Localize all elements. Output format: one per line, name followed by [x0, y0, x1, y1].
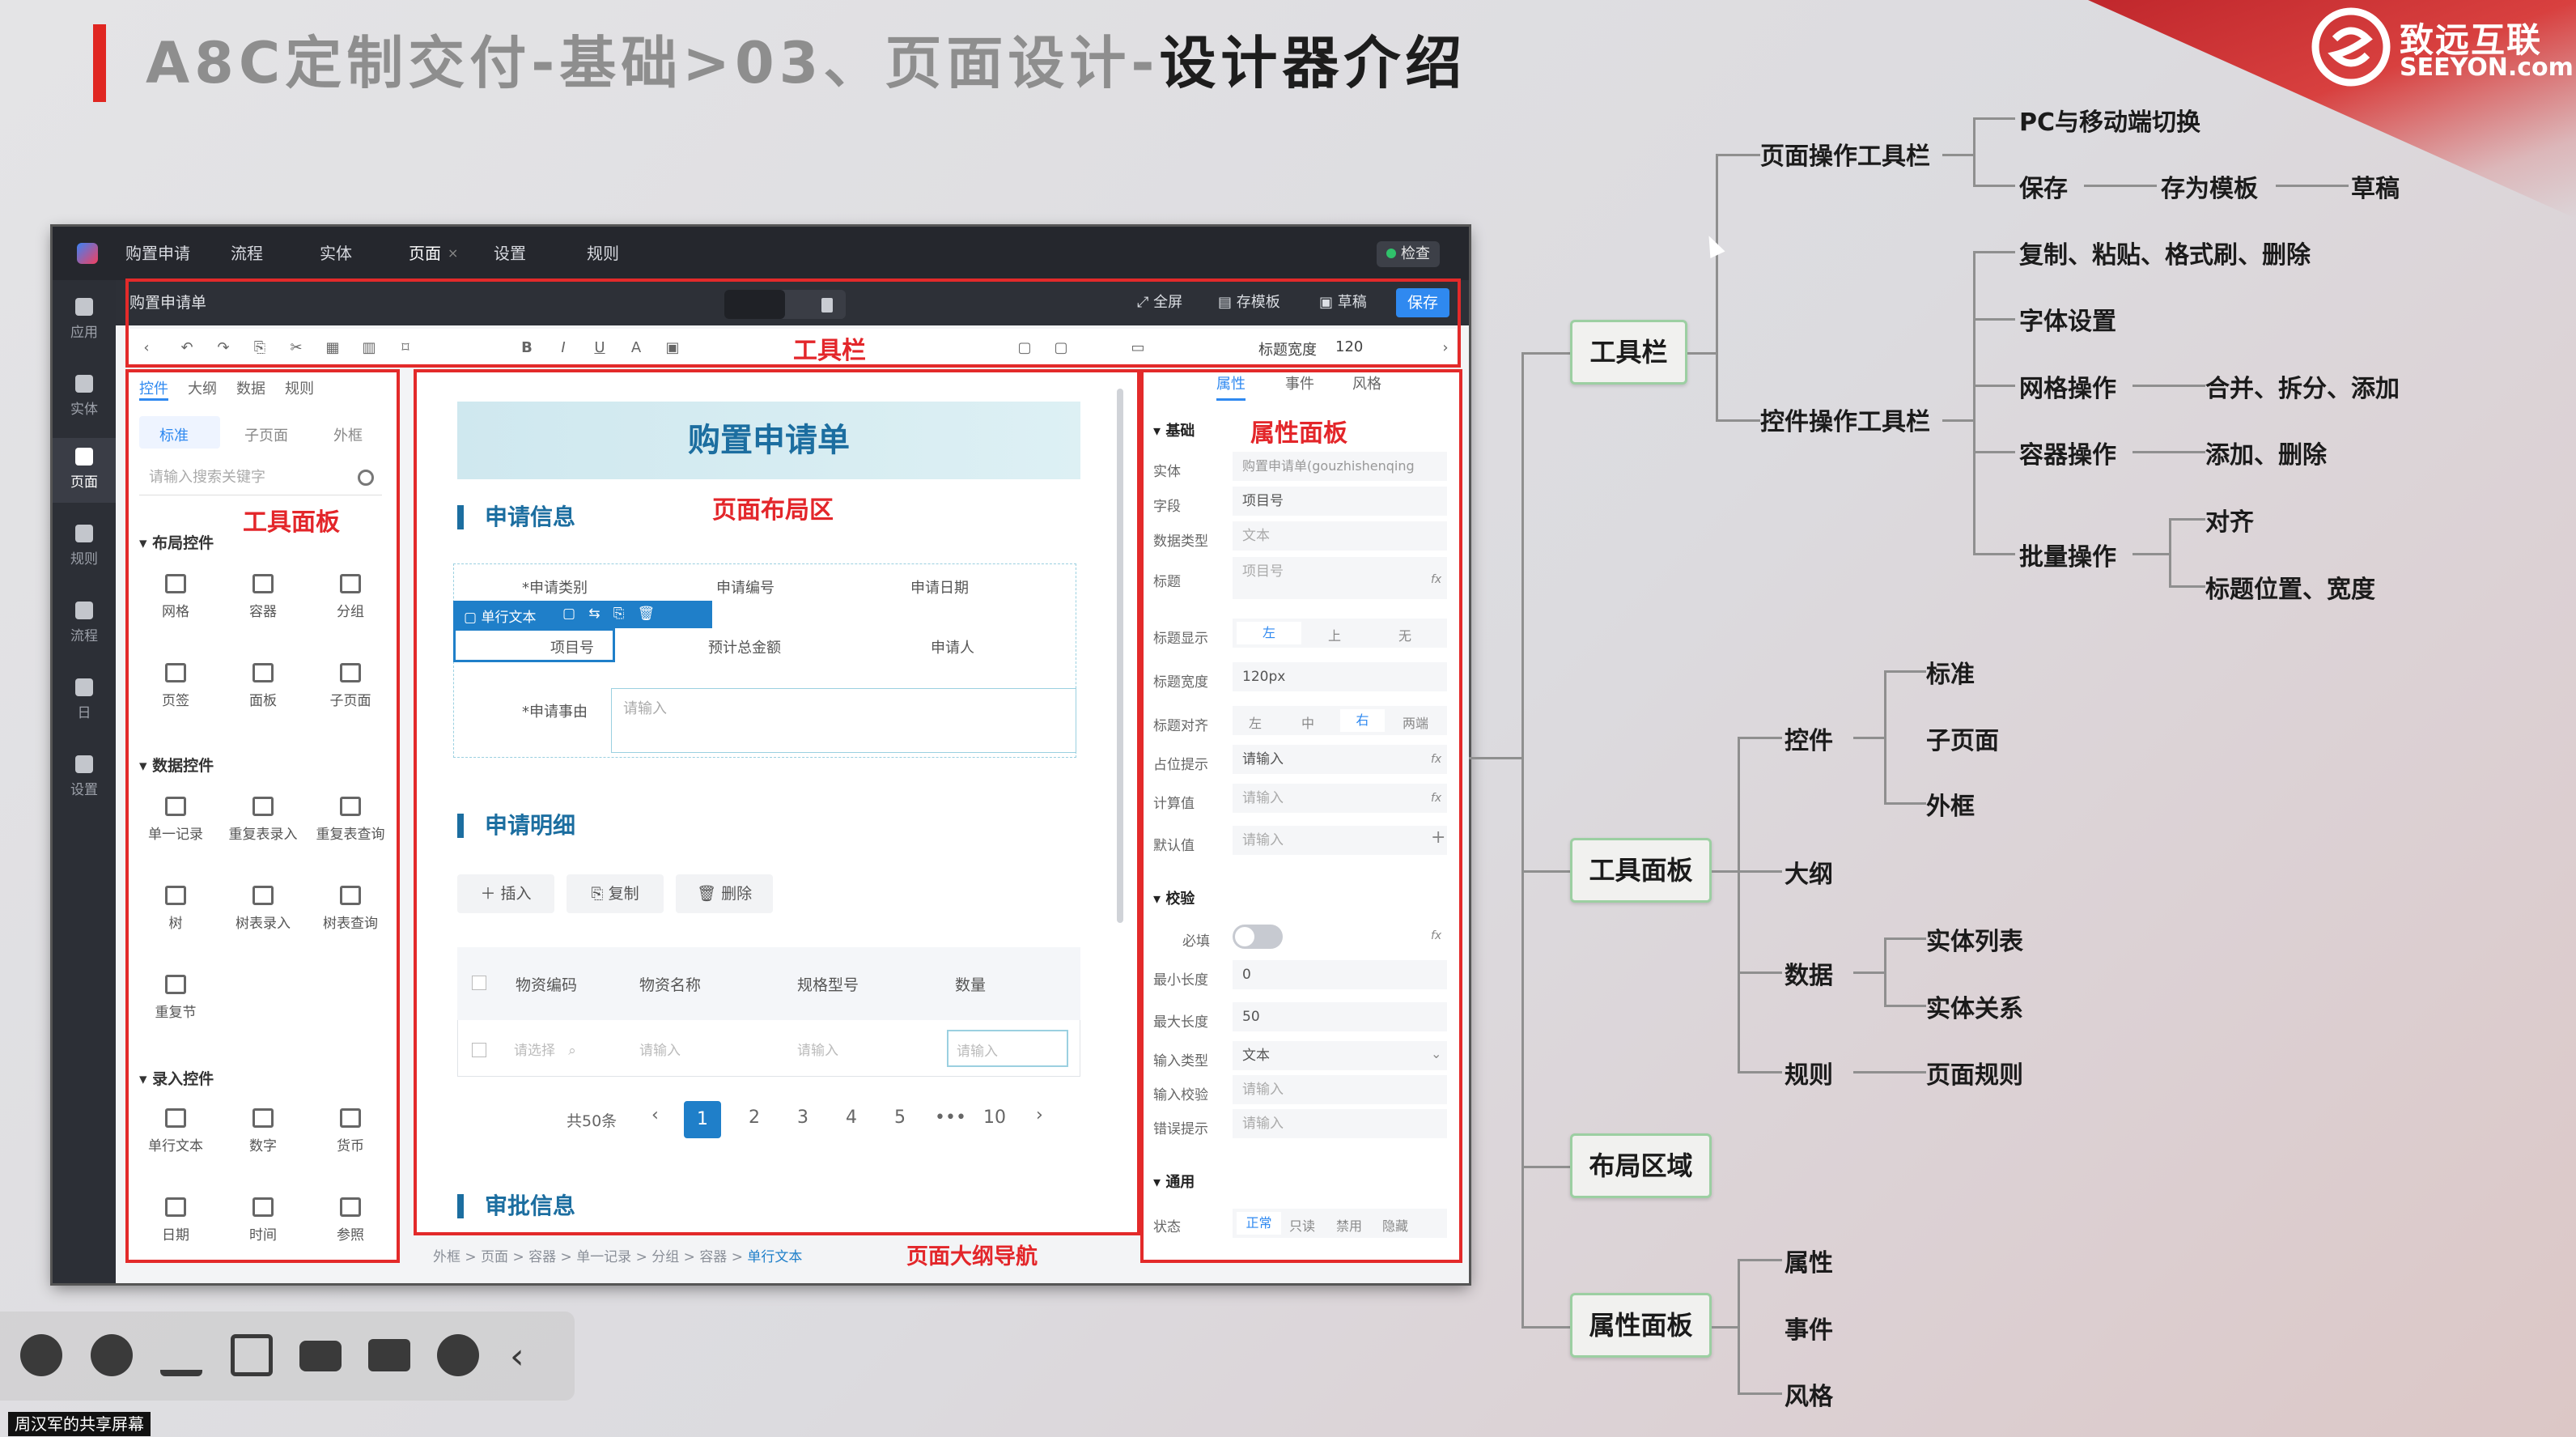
node-page-rules: 页面规则	[1926, 1061, 2023, 1090]
connector	[1716, 154, 1760, 156]
connector	[1738, 737, 1782, 739]
node-draft: 草稿	[2351, 175, 2400, 203]
connector	[1853, 1071, 1926, 1073]
connector	[1853, 971, 1884, 974]
node-grid-sub: 合并、拆分、添加	[2205, 375, 2400, 403]
chat-icon[interactable]	[368, 1339, 410, 1371]
connector	[2133, 385, 2205, 387]
connector	[1942, 154, 1973, 156]
connector	[1738, 1392, 1782, 1395]
node-rules: 规则	[1785, 1061, 1833, 1090]
node-save: 保存	[2019, 175, 2068, 203]
connector	[1973, 185, 2015, 187]
connector	[2169, 585, 2205, 588]
node-container-ops: 容器操作	[2019, 441, 2116, 470]
connector	[1521, 352, 1524, 1329]
connector	[1521, 1166, 1570, 1168]
connector	[1469, 757, 1521, 759]
connector	[1973, 318, 2015, 321]
node-title-pos: 标题位置、宽度	[2205, 576, 2375, 604]
node-style: 风格	[1785, 1383, 1833, 1411]
node-batch: 批量操作	[2019, 543, 2116, 572]
node-copy-paste: 复制、粘贴、格式刷、删除	[2019, 241, 2311, 270]
play-icon[interactable]	[91, 1334, 133, 1376]
connector	[1884, 937, 1886, 1006]
node-layout-area: 布局区域	[1570, 1133, 1712, 1198]
connector	[1712, 870, 1738, 873]
node-toolbar: 工具栏	[1570, 320, 1687, 385]
connector	[1884, 802, 1926, 805]
mind-map: 工具栏 工具面板 布局区域 属性面板 页面操作工具栏 控件操作工具栏 PC与移动…	[0, 0, 2576, 1437]
connector	[1884, 670, 1886, 804]
node-container-sub: 添加、删除	[2205, 441, 2327, 470]
connector	[1521, 1326, 1570, 1329]
connector	[1942, 419, 1973, 422]
connector	[1973, 385, 2015, 387]
screenshot-icon[interactable]	[231, 1334, 273, 1376]
node-props: 属性	[1785, 1249, 1833, 1278]
connector	[1738, 870, 1782, 873]
node-entity-rel: 实体关系	[1926, 995, 2023, 1023]
node-entity-list: 实体列表	[1926, 928, 2023, 956]
connector	[1738, 1259, 1782, 1261]
connector	[1716, 154, 1718, 421]
camera-icon[interactable]	[299, 1341, 342, 1371]
connector	[1712, 1326, 1738, 1329]
node-font: 字体设置	[2019, 308, 2116, 336]
connector	[2084, 185, 2157, 187]
connector	[1738, 971, 1782, 974]
node-frame: 外框	[1926, 793, 1975, 821]
connector	[2133, 451, 2205, 453]
node-save-template: 存为模板	[2161, 175, 2258, 203]
connector	[2169, 518, 2205, 521]
node-outline: 大纲	[1785, 861, 1833, 889]
node-data: 数据	[1785, 962, 1833, 990]
connector	[2276, 185, 2349, 187]
connector	[1884, 1005, 1926, 1007]
collapse-icon[interactable]: ‹	[510, 1336, 524, 1377]
connector	[1716, 419, 1760, 422]
connector	[1687, 352, 1717, 355]
node-align: 对齐	[2205, 508, 2254, 537]
connector	[1973, 553, 2015, 555]
node-grid-ops: 网格操作	[2019, 375, 2116, 403]
node-tool-panel: 工具面板	[1570, 838, 1712, 903]
more-icon[interactable]	[437, 1334, 479, 1376]
connector	[2133, 553, 2169, 555]
node-ctrl-ops: 控件操作工具栏	[1760, 408, 1930, 436]
share-label: 周汉军的共享屏幕	[8, 1412, 151, 1436]
pen-icon[interactable]	[160, 1334, 202, 1376]
connector	[1973, 451, 2015, 453]
node-page-ops: 页面操作工具栏	[1760, 142, 1930, 171]
node-subpage: 子页面	[1926, 727, 1999, 755]
node-prop-panel: 属性面板	[1570, 1293, 1712, 1358]
connector	[1884, 937, 1926, 940]
connector	[1521, 352, 1570, 355]
node-events: 事件	[1785, 1316, 1833, 1345]
connector	[1973, 251, 2015, 253]
prev-icon[interactable]	[20, 1334, 62, 1376]
connector	[1738, 1259, 1740, 1394]
connector	[1738, 1071, 1782, 1073]
connector	[2169, 518, 2171, 587]
connector	[1973, 117, 1975, 186]
connector	[1853, 737, 1884, 739]
connector	[1521, 870, 1570, 873]
connector	[1884, 670, 1926, 673]
connector	[1738, 737, 1740, 1073]
node-controls: 控件	[1785, 727, 1833, 755]
connector	[1973, 117, 2015, 120]
share-controls	[0, 1312, 575, 1401]
node-standard: 标准	[1926, 661, 1975, 689]
connector	[1973, 251, 1975, 555]
node-pc-mobile: PC与移动端切换	[2019, 108, 2201, 137]
